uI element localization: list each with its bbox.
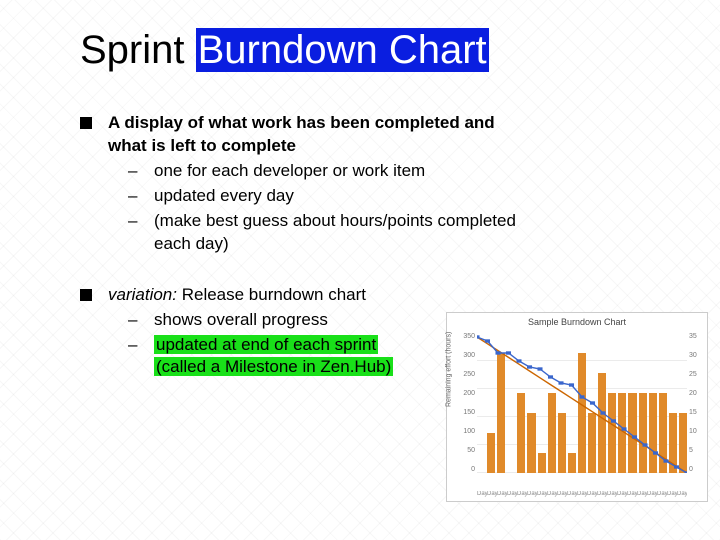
highlight-green: (called a Milestone in Zen.Hub) xyxy=(154,357,393,376)
chart-yticks: 050100150200250300350 xyxy=(461,333,475,473)
sub-list: one for each developer or work item upda… xyxy=(108,160,538,256)
page-title: Sprint Burndown Chart xyxy=(80,28,680,72)
bullet-lead: variation: Release burndown chart xyxy=(108,285,366,304)
sub-item: updated every day xyxy=(108,185,538,208)
sub-item: one for each developer or work item xyxy=(108,160,538,183)
highlight-green: updated at end of each sprint xyxy=(154,335,378,354)
slide: Sprint Burndown Chart A display of what … xyxy=(0,0,720,540)
chart-plot xyxy=(477,333,687,473)
chart-lines xyxy=(477,333,687,473)
chart-ylabel: Remaining effort (hours) xyxy=(446,332,453,407)
title-pre: Sprint xyxy=(80,28,196,72)
burndown-chart: Sample Burndown Chart Remaining effort (… xyxy=(446,312,708,502)
chart-y2ticks: 05101520253035 xyxy=(689,333,703,473)
sub-item: (make best guess about hours/points comp… xyxy=(108,210,538,256)
chart-xcats: Day 1Day 2Day 3Day 4Day 5Day 6Day 7Day 8… xyxy=(477,491,687,497)
bullet-lead: A display of what work has been complete… xyxy=(108,113,495,155)
bullet-item: A display of what work has been complete… xyxy=(80,112,538,256)
chart-title: Sample Burndown Chart xyxy=(447,313,707,329)
title-highlight: Burndown Chart xyxy=(196,28,489,72)
